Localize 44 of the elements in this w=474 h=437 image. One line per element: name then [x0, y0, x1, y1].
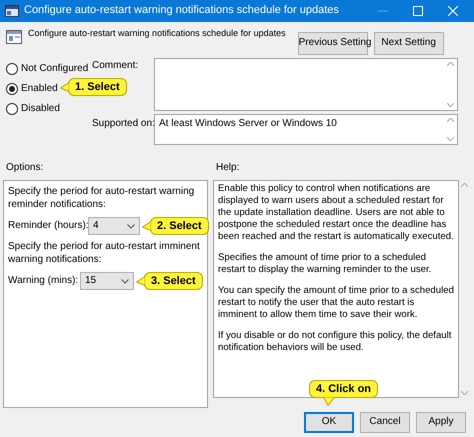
- options-label: Options:: [6, 162, 44, 175]
- help-paragraph: If you disable or do not configure this policy, the default notification behaviors will be used.: [218, 330, 452, 354]
- window-title: Configure auto-restart warning notifications schedule for updates: [24, 4, 340, 18]
- callout-pointer: [136, 276, 145, 286]
- callout-pointer: [142, 221, 151, 231]
- scroll-up-icon[interactable]: [446, 118, 454, 122]
- help-paragraph: You can specify the amount of time prior to a scheduled restart to notify the user that the auto restart is imminent to allow them time to save their work.: [218, 284, 454, 321]
- chevron-icon[interactable]: [127, 224, 135, 228]
- radio-label[interactable]: Enabled: [21, 82, 58, 96]
- radio-button[interactable]: [6, 83, 18, 95]
- option-description: Specify the period for auto-restart warning reminder notifications:: [8, 186, 196, 211]
- chevron-icon[interactable]: [121, 278, 129, 284]
- ok-button[interactable]: OK: [304, 412, 354, 433]
- scroll-up-icon[interactable]: [446, 62, 454, 66]
- dropdown-value: 4: [93, 220, 100, 232]
- radio-label[interactable]: Disabled: [21, 102, 60, 116]
- apply-button[interactable]: Apply: [416, 412, 466, 433]
- help-paragraph: Enable this policy to control when notifications are displayed to warn users about a scheduled restart for the update installation deadline. Users are not able to postpone the scheduled restart once the deadline has been reached and the restart is automatically executed.: [218, 183, 454, 243]
- dropdown[interactable]: 15: [80, 272, 134, 290]
- app-icon: [5, 5, 19, 17]
- callout-pointer: [60, 82, 69, 92]
- help-label: Help:: [216, 162, 240, 175]
- next-setting-button[interactable]: Next Setting: [374, 32, 444, 55]
- supported-on-text: At least Windows Server or Windows 10: [159, 118, 337, 130]
- dropdown[interactable]: 4: [88, 217, 140, 235]
- cancel-button[interactable]: Cancel: [360, 412, 410, 433]
- comment-label: Comment:: [92, 60, 138, 72]
- scroll-down-icon[interactable]: [446, 137, 454, 141]
- scroll-down-icon[interactable]: [446, 103, 454, 107]
- radio-label[interactable]: Not Configured: [21, 62, 88, 76]
- dropdown-label: Reminder (hours):: [8, 220, 88, 232]
- option-description: Specify the period for auto-restart imminent warning notifications:: [8, 241, 201, 266]
- scroll-up-icon[interactable]: [460, 183, 468, 187]
- radio-button[interactable]: [6, 103, 18, 115]
- dropdown-label: Warning (mins):: [8, 274, 80, 288]
- policy-title: Configure auto-restart warning notifications schedule for updates: [28, 28, 286, 40]
- comment-field[interactable]: [154, 58, 458, 111]
- policy-icon: [6, 30, 22, 44]
- help-paragraph: Specifies the amount of time prior to a scheduled restart to display the warning reminder to the user.: [218, 252, 432, 276]
- supported-on-label: Supported on:: [92, 118, 155, 130]
- callout-pointer: [323, 397, 335, 406]
- radio-button[interactable]: [6, 63, 18, 75]
- dropdown-value: 15: [85, 274, 98, 288]
- scroll-down-icon[interactable]: [460, 391, 468, 395]
